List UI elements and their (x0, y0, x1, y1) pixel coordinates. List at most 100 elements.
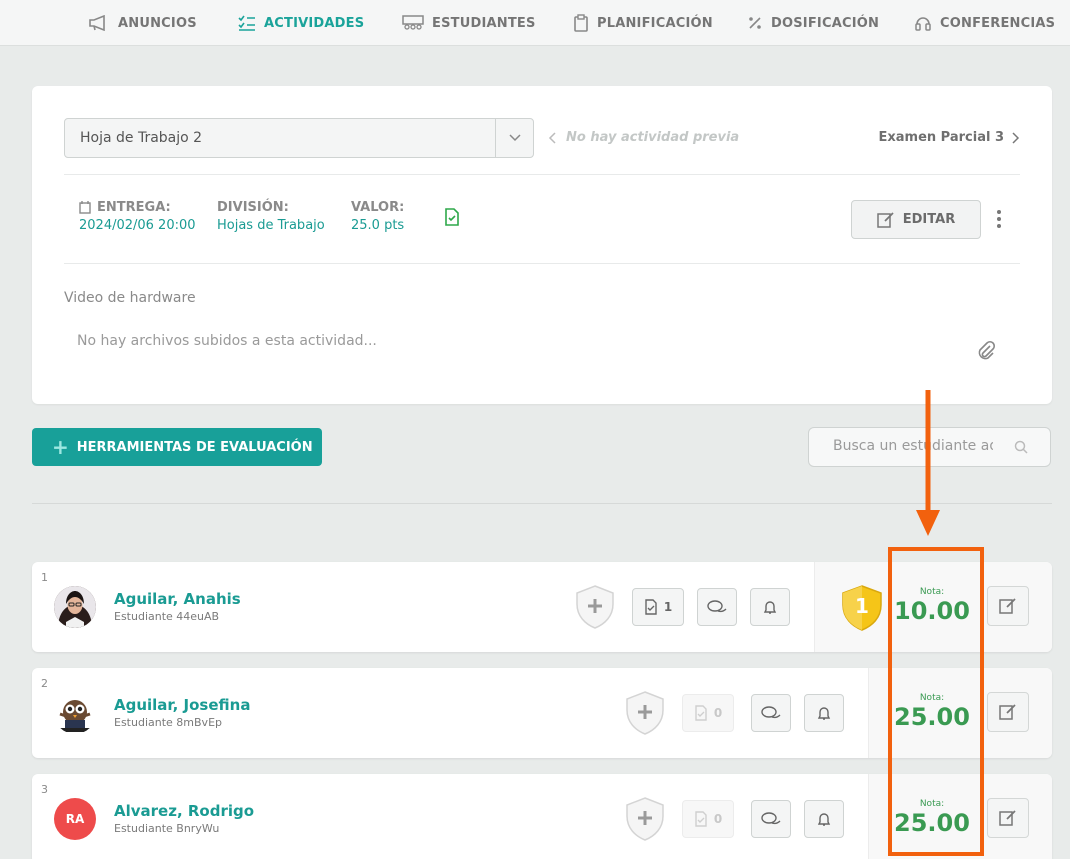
evaluation-tools-button[interactable]: + HERRAMIENTAS DE EVALUACIÓN (32, 428, 322, 466)
divider (64, 174, 1020, 175)
student-row: 3 RA Alvarez, Rodrigo Estudiante BnryWu … (32, 774, 1052, 859)
shield-plus-icon[interactable] (624, 796, 666, 842)
nav-label: ACTIVIDADES (264, 15, 365, 31)
prev-activity-link: No hay actividad previa (548, 130, 739, 145)
submissions-count: 0 (713, 812, 723, 826)
avatar: RA (54, 798, 96, 840)
evaluation-tools-label: HERRAMIENTAS DE EVALUACIÓN (76, 439, 313, 455)
search-icon (1014, 440, 1028, 454)
edit-icon (877, 211, 894, 228)
student-row: 1 Aguilar, Anahis Estudiante 44euAB 1 1 … (32, 562, 1052, 652)
nav-label: CONFERENCIAS (940, 15, 1056, 31)
document-check-icon (695, 811, 707, 827)
edit-icon (999, 598, 1016, 614)
student-name[interactable]: Alvarez, Rodrigo (114, 802, 254, 820)
bell-icon (817, 707, 831, 720)
edit-activity-button[interactable]: EDITAR (851, 200, 981, 239)
student-row: 2 Aguilar, Josefina Estudiante 8mBvEp 0 … (32, 668, 1052, 758)
nav-dosificacion[interactable]: DOSIFICACIÓN (747, 0, 879, 46)
chevron-down-icon[interactable] (495, 119, 533, 157)
plus-icon: + (52, 435, 69, 459)
student-subtitle: Estudiante BnryWu (114, 822, 220, 835)
nav-label: ANUNCIOS (118, 15, 197, 31)
nav-estudiantes[interactable]: ESTUDIANTES (402, 0, 536, 46)
nota-label: Nota: (919, 693, 945, 703)
row-number: 2 (41, 677, 48, 690)
activity-select[interactable]: Hoja de Trabajo 2 (64, 118, 534, 158)
divider (64, 263, 1020, 264)
edit-grade-button[interactable] (987, 586, 1029, 626)
student-subtitle: Estudiante 8mBvEp (114, 716, 222, 729)
nota-value: 25.00 (894, 809, 970, 837)
notify-button[interactable] (750, 588, 790, 626)
avatar-initials: RA (65, 812, 85, 826)
nota-value: 25.00 (894, 703, 970, 731)
rank-badge: 1 (840, 584, 884, 636)
valor-field: VALOR: 25.0 pts (351, 200, 404, 233)
calendar-icon (79, 201, 91, 214)
edit-grade-button[interactable] (987, 692, 1029, 732)
nota-label: Nota: (919, 587, 945, 597)
nav-label: ESTUDIANTES (432, 15, 536, 31)
nota-label: Nota: (919, 799, 945, 809)
nav-conferencias[interactable]: CONFERENCIAS (914, 0, 1055, 46)
entrega-label: ENTREGA: (97, 200, 171, 215)
submissions-button[interactable]: 0 (682, 800, 734, 838)
nav-planificacion[interactable]: PLANIFICACIÓN (573, 0, 713, 46)
entrega-value: 2024/02/06 20:00 (79, 218, 196, 233)
entrega-field: ENTREGA: 2024/02/06 20:00 (79, 200, 196, 233)
student-subtitle: Estudiante 44euAB (114, 610, 220, 623)
student-name[interactable]: Aguilar, Anahis (114, 590, 241, 608)
document-check-icon (695, 705, 707, 721)
row-number: 1 (41, 571, 48, 584)
division-field: DIVISIÓN: Hojas de Trabajo (217, 200, 325, 233)
student-search-input[interactable] (833, 438, 993, 454)
checklist-icon (238, 15, 255, 31)
chat-bubbles-icon (761, 706, 781, 719)
activity-description: Video de hardware (64, 290, 196, 306)
paperclip-icon[interactable] (976, 340, 996, 360)
comments-button[interactable] (751, 800, 791, 838)
edit-icon (999, 810, 1016, 826)
student-name[interactable]: Aguilar, Josefina (114, 696, 250, 714)
activity-select-value: Hoja de Trabajo 2 (80, 130, 203, 146)
edit-label: EDITAR (902, 212, 956, 227)
next-activity-label: Examen Parcial 3 (878, 130, 1004, 145)
notify-button[interactable] (804, 800, 844, 838)
nav-anuncios[interactable]: ANUNCIOS (88, 0, 197, 46)
division-label: DIVISIÓN: (217, 200, 289, 215)
bell-icon (817, 813, 831, 826)
chat-bubbles-icon (707, 600, 727, 613)
rank-number: 1 (855, 594, 869, 618)
notify-button[interactable] (804, 694, 844, 732)
nav-actividades[interactable]: ACTIVIDADES (238, 0, 364, 46)
comments-button[interactable] (751, 694, 791, 732)
submissions-count: 0 (713, 706, 723, 720)
avatar (54, 586, 96, 628)
prev-activity-label: No hay actividad previa (566, 130, 740, 145)
students-icon (402, 15, 424, 30)
shield-plus-icon[interactable] (574, 584, 616, 630)
chat-bubbles-icon (761, 812, 781, 825)
headset-icon (915, 17, 931, 31)
avatar (54, 692, 96, 734)
clipboard-icon (574, 14, 588, 32)
submissions-button[interactable]: 0 (682, 694, 734, 732)
shield-plus-icon[interactable] (624, 690, 666, 736)
nav-label: DOSIFICACIÓN (771, 15, 880, 31)
next-activity-link[interactable]: Examen Parcial 3 (878, 130, 1020, 145)
student-search (808, 427, 1051, 467)
edit-grade-button[interactable] (987, 798, 1029, 838)
edit-icon (999, 704, 1016, 720)
top-nav: ANUNCIOS ACTIVIDADES ESTUDIANTES PLANIFI… (0, 0, 1070, 46)
percent-icon (749, 17, 761, 29)
megaphone-icon (89, 15, 105, 31)
submissions-button[interactable]: 1 (632, 588, 684, 626)
document-check-icon (445, 208, 459, 226)
document-check-icon (645, 599, 657, 615)
nota-value: 10.00 (894, 597, 970, 625)
comments-button[interactable] (697, 588, 737, 626)
valor-label: VALOR: (351, 200, 405, 215)
chevron-right-icon (1012, 131, 1020, 144)
more-options-icon[interactable] (995, 210, 1003, 230)
